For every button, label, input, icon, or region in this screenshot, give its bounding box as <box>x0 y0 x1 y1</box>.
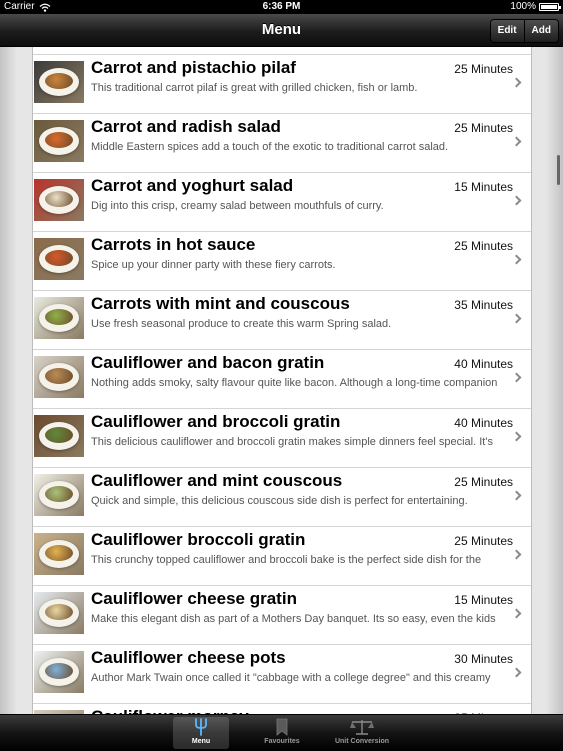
recipe-time: 25 Minutes <box>454 121 513 135</box>
recipe-time: 30 Minutes <box>454 652 513 666</box>
recipe-title: Cauliflower and bacon gratin <box>91 353 325 372</box>
recipe-row[interactable]: Carrots in hot sauce 25 Minutes Spice up y… <box>33 232 531 291</box>
recipe-title: Carrots in hot sauce <box>91 235 256 254</box>
recipe-description: This delicious cauliflower and broccoli … <box>91 436 493 448</box>
recipe-title: Cauliflower and broccoli gratin <box>91 412 341 431</box>
food-image <box>45 427 73 443</box>
recipe-row[interactable]: Cauliflower cheese gratin 15 Minutes Make … <box>33 586 531 645</box>
battery-group: 100% <box>510 0 561 14</box>
fork-icon <box>173 717 229 737</box>
recipe-title: Carrots with mint and couscous <box>91 294 350 313</box>
recipe-time: 40 Minutes <box>454 357 513 371</box>
recipe-thumbnail <box>34 592 84 634</box>
battery-icon <box>539 3 561 11</box>
recipe-thumbnail <box>34 356 84 398</box>
recipe-row[interactable]: Cauliflower cheese pots 30 Minutes Author … <box>33 645 531 704</box>
food-image <box>45 663 73 679</box>
recipe-title: Cauliflower broccoli gratin <box>91 530 306 549</box>
recipe-description: Use fresh seasonal produce to create thi… <box>91 318 392 330</box>
recipe-title: Cauliflower cheese gratin <box>91 589 297 608</box>
recipe-description: This crunchy topped cauliflower and broc… <box>91 554 482 566</box>
recipe-time: 25 Minutes <box>454 62 513 76</box>
status-time: 6:36 PM <box>262 1 301 12</box>
food-image <box>45 368 73 384</box>
recipe-row[interactable]: Cauliflower and broccoli gratin 40 Minute… <box>33 409 531 468</box>
recipe-thumbnail <box>34 61 84 103</box>
tab-unit-conversion[interactable]: Unit Conversion <box>334 717 390 749</box>
food-image <box>45 486 73 502</box>
bookmark-icon <box>254 717 310 737</box>
recipe-description: Spice up your dinner party with these fi… <box>91 259 336 271</box>
recipe-row[interactable]: Cauliflower and bacon gratin 40 Minutes No… <box>33 350 531 409</box>
food-image <box>45 309 73 325</box>
recipe-row[interactable]: Carrots with mint and couscous 35 Minutes… <box>33 291 531 350</box>
tab-menu[interactable]: Menu <box>173 717 229 749</box>
recipe-time: 25 Minutes <box>454 534 513 548</box>
recipe-thumbnail <box>34 474 84 516</box>
recipe-title: Cauliflower and mint couscous <box>91 471 343 490</box>
recipe-row[interactable]: Cauliflower broccoli gratin 25 Minutes Thi… <box>33 527 531 586</box>
add-button[interactable]: Add <box>523 20 558 42</box>
battery-percent: 100% <box>510 1 536 12</box>
food-image <box>45 545 73 561</box>
recipe-title: Cauliflower cheese pots <box>91 648 286 667</box>
tab-menu-label: Menu <box>191 738 211 745</box>
recipe-time: 40 Minutes <box>454 416 513 430</box>
page-title: Menu <box>261 21 302 38</box>
recipe-row[interactable]: Carrot and pistachio pilaf 25 Minutes This… <box>33 55 531 114</box>
recipe-thumbnail <box>34 651 84 693</box>
recipe-thumbnail <box>34 238 84 280</box>
recipe-title: Carrot and pistachio pilaf <box>91 58 296 77</box>
recipe-thumbnail <box>34 415 84 457</box>
edit-button[interactable]: Edit <box>490 20 524 42</box>
recipe-title: Carrot and radish salad <box>91 117 281 136</box>
recipe-title: Carrot and yoghurt salad <box>91 176 294 195</box>
food-image <box>45 73 73 89</box>
recipe-thumbnail <box>34 533 84 575</box>
scroll-indicator[interactable] <box>557 155 560 185</box>
recipe-time: 15 Minutes <box>454 180 513 194</box>
tab-favourites[interactable]: Favourites <box>254 717 310 749</box>
recipe-time: 25 Minutes <box>454 239 513 253</box>
food-image <box>45 191 73 207</box>
food-image <box>45 604 73 620</box>
nav-button-group: Edit Add <box>489 19 559 43</box>
recipe-row[interactable]: Carrot and radish salad 25 Minutes Middle … <box>33 114 531 173</box>
recipe-description: Dig into this crisp, creamy salad betwee… <box>91 200 384 212</box>
tab-bar: Menu Favourites Unit Conversion <box>0 714 563 751</box>
battery-fill <box>541 5 557 9</box>
tab-unit-conversion-label: Unit Conversion <box>334 738 390 745</box>
recipe-list-area[interactable]: Carrot and pistachio pilaf 25 Minutes This… <box>0 47 563 714</box>
recipe-table[interactable]: Carrot and pistachio pilaf 25 Minutes This… <box>32 47 532 714</box>
recipe-title: Cauliflower mornay <box>91 707 249 714</box>
recipe-row[interactable]: Cauliflower and mint couscous 25 Minutes Q… <box>33 468 531 527</box>
recipe-thumbnail <box>34 297 84 339</box>
recipe-time: 35 Minutes <box>454 298 513 312</box>
recipe-description: Nothing adds smoky, salty flavour quite … <box>91 377 498 389</box>
recipe-description: Make this elegant dish as part of a Moth… <box>91 613 496 625</box>
recipe-time: 15 Minutes <box>454 593 513 607</box>
navigation-bar: Menu Edit Add <box>0 14 563 47</box>
previous-row-edge <box>33 47 531 55</box>
tab-favourites-label: Favourites <box>264 738 300 745</box>
recipe-thumbnail <box>34 120 84 162</box>
recipe-description: Middle Eastern spices add a touch of the… <box>91 141 449 153</box>
recipe-description: Author Mark Twain once called it "cabbag… <box>91 672 491 684</box>
recipe-time: 25 Minutes <box>454 475 513 489</box>
food-image <box>45 250 73 266</box>
recipe-row[interactable]: Carrot and yoghurt salad 15 Minutes Dig in… <box>33 173 531 232</box>
status-bar: Carrier 6:36 PM 100% <box>0 0 563 14</box>
recipe-rows: Carrot and pistachio pilaf 25 Minutes This… <box>33 55 531 714</box>
recipe-description: Quick and simple, this delicious couscou… <box>91 495 468 507</box>
scale-icon <box>334 717 390 737</box>
food-image <box>45 132 73 148</box>
recipe-description: This traditional carrot pilaf is great w… <box>91 82 418 94</box>
recipe-row[interactable]: Cauliflower mornay25 Minutes <box>33 704 531 714</box>
recipe-thumbnail <box>34 179 84 221</box>
